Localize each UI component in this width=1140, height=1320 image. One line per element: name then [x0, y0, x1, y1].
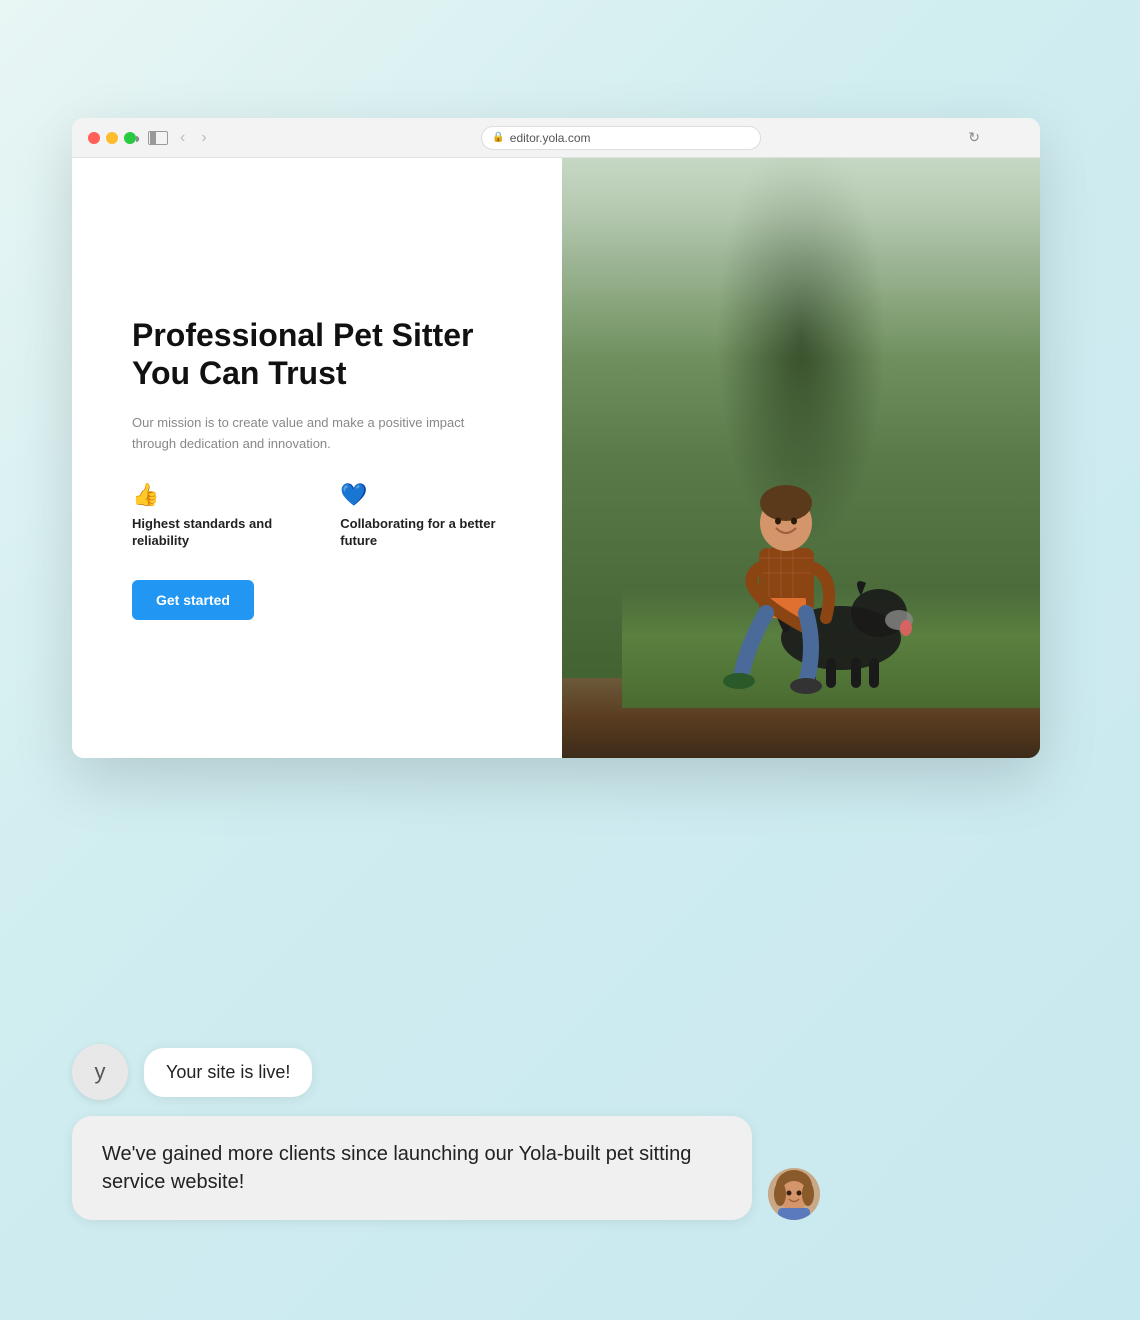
hero-title: Professional Pet Sitter You Can Trust	[132, 316, 512, 393]
heart-icon: 💙	[340, 482, 512, 508]
reload-button[interactable]: ↻	[968, 129, 980, 146]
security-icon: ◑	[132, 130, 140, 146]
sidebar-toggle-icon[interactable]	[148, 131, 168, 145]
system-bubble-text: Your site is live!	[166, 1062, 290, 1082]
fog-overlay	[562, 158, 1040, 358]
person-dog-illustration	[651, 358, 951, 718]
feature-label-collaborating: Collaborating for a better future	[340, 516, 512, 550]
get-started-button[interactable]: Get started	[132, 580, 254, 620]
yola-avatar-letter: y	[95, 1059, 106, 1085]
browser-chrome: ‹ › ◑ 🔒 editor.yola.com ↻	[72, 118, 1040, 158]
left-panel: Professional Pet Sitter You Can Trust Ou…	[72, 158, 562, 758]
thumbsup-icon: 👍	[132, 482, 308, 508]
forward-button[interactable]: ›	[201, 129, 206, 147]
back-button[interactable]: ‹	[180, 129, 185, 147]
hero-description: Our mission is to create value and make …	[132, 413, 512, 455]
browser-content: Professional Pet Sitter You Can Trust Ou…	[72, 158, 1040, 758]
feature-item-collaborating: 💙 Collaborating for a better future	[340, 482, 512, 550]
feature-label-standards: Highest standards and reliability	[132, 516, 308, 550]
browser-controls	[148, 131, 168, 145]
traffic-lights	[88, 132, 136, 144]
yola-avatar: y	[72, 1044, 128, 1100]
chat-section: y Your site is live! We've gained more c…	[72, 1044, 1068, 1220]
address-bar[interactable]: 🔒 editor.yola.com	[481, 126, 761, 150]
feature-item-standards: 👍 Highest standards and reliability	[132, 482, 308, 550]
lock-icon: 🔒	[492, 132, 504, 143]
browser-window: ‹ › ◑ 🔒 editor.yola.com ↻ Professional P…	[72, 118, 1040, 758]
user-chat-bubble: We've gained more clients since launchin…	[72, 1116, 752, 1220]
address-bar-container: 🔒 editor.yola.com	[219, 126, 1024, 150]
chat-row-user: We've gained more clients since launchin…	[72, 1116, 1068, 1220]
user-avatar-image	[768, 1168, 820, 1220]
hero-image-panel	[562, 158, 1040, 758]
minimize-button[interactable]	[106, 132, 118, 144]
url-text: editor.yola.com	[510, 131, 591, 145]
user-bubble-text: We've gained more clients since launchin…	[102, 1143, 691, 1193]
close-button[interactable]	[88, 132, 100, 144]
system-chat-bubble: Your site is live!	[144, 1048, 312, 1097]
chat-row-system: y Your site is live!	[72, 1044, 1068, 1100]
features-row: 👍 Highest standards and reliability 💙 Co…	[132, 482, 512, 550]
user-avatar	[768, 1168, 820, 1220]
